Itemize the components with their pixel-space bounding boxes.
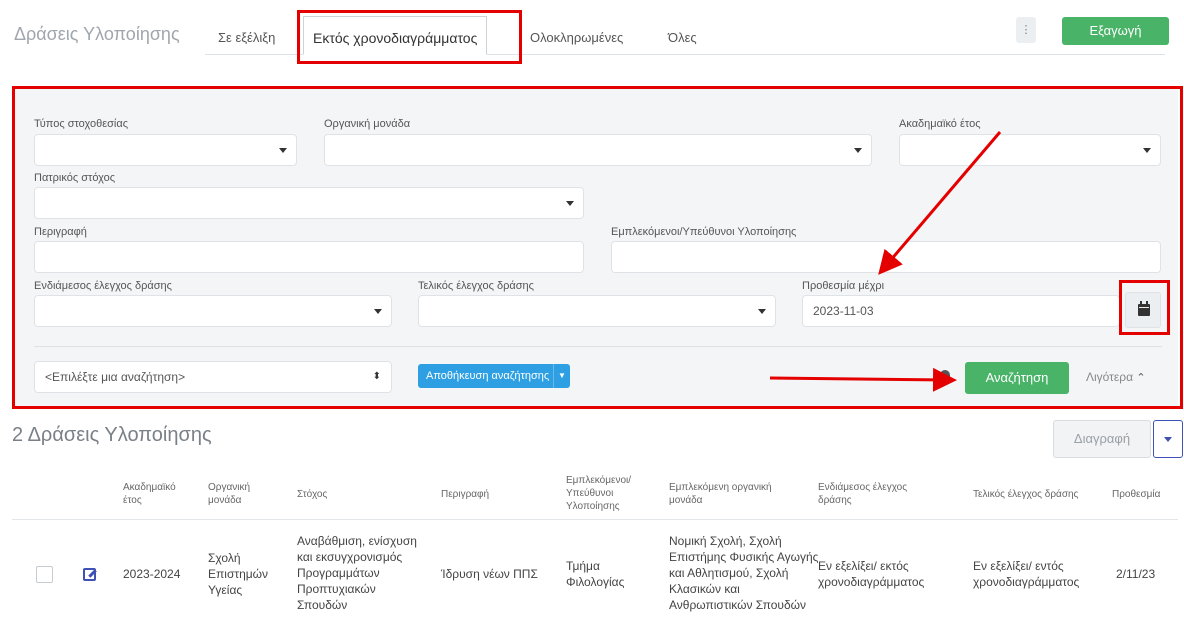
interim-check-select[interactable] (34, 295, 392, 327)
saved-search-placeholder: <Επιλέξτε μια αναζήτηση> (45, 370, 186, 384)
cell-goal: Αναβάθμιση, ενίσχυση και εκσυγχρονισμός … (297, 534, 417, 612)
less-label: Λιγότερα (1086, 370, 1134, 384)
target-type-label: Τύπος στοχοθεσίας (34, 118, 128, 130)
tab-completed[interactable]: Ολοκληρωμένες (530, 30, 623, 45)
chevron-down-icon (1164, 437, 1172, 442)
col-involved[interactable]: Εμπλεκόμενοι/ Υπεύθυνοι Υλοποίησης (566, 474, 636, 513)
involved-label: Εμπλεκόμενοι/Υπεύθυνοι Υλοποίησης (611, 226, 797, 238)
academic-year-label: Ακαδημαϊκό έτος (899, 118, 981, 130)
org-unit-label: Οργανική μονάδα (324, 118, 411, 130)
delete-button[interactable]: Διαγραφή (1053, 420, 1151, 458)
edit-icon[interactable] (83, 568, 96, 581)
tab-in-progress[interactable]: Σε εξέλιξη (218, 30, 275, 45)
col-description[interactable]: Περιγραφή (441, 488, 541, 501)
academic-year-select[interactable] (899, 134, 1161, 166)
col-interim-check[interactable]: Ενδιάμεσος έλεγχος δράσης (818, 481, 938, 507)
chevron-up-icon: ⌃ (1136, 372, 1146, 384)
cell-year: 2023-2024 (123, 567, 181, 581)
calendar-icon (1138, 301, 1150, 316)
col-org-unit[interactable]: Οργανική μονάδα (208, 481, 268, 507)
col-goal[interactable]: Στόχος (297, 488, 417, 501)
delete-dropdown-toggle[interactable] (1153, 420, 1183, 458)
tab-off-schedule[interactable]: Εκτός χρονοδιαγράμματος (303, 16, 488, 55)
cell-interim: Εν εξελίξει/ εκτός χρονοδιαγράμματος (818, 559, 925, 589)
cell-involved-unit: Νομική Σχολή, Σχολή Επιστήμης Φυσικής Αγ… (669, 534, 819, 612)
parent-goal-label: Πατρικός στόχος (34, 172, 116, 184)
less-filters-toggle[interactable]: Λιγότερα ⌃ (1086, 370, 1146, 384)
chevron-down-icon (758, 309, 766, 314)
chevron-down-icon (566, 201, 574, 206)
final-check-select[interactable] (418, 295, 776, 327)
col-involved-unit[interactable]: Εμπλεκόμενη οργανική μονάδα (669, 481, 789, 507)
results-title: 2 Δράσεις Υλοποίησης (12, 424, 212, 446)
saved-search-select[interactable]: <Επιλέξτε μια αναζήτηση> ⬍ (34, 361, 392, 393)
cell-description: Ίδρυση νέων ΠΠΣ (441, 567, 538, 581)
chevron-down-icon (374, 309, 382, 314)
interim-check-label: Ενδιάμεσος έλεγχος δράσης (34, 280, 172, 292)
cell-unit: Σχολή Επιστημών Υγείας (208, 551, 269, 597)
parent-goal-select[interactable] (34, 187, 584, 219)
dropdown-icon[interactable]: ▼ (553, 364, 570, 388)
deadline-input[interactable]: 2023-11-03 (802, 295, 1120, 327)
calendar-button[interactable] (1125, 292, 1161, 328)
chevron-down-icon (1143, 148, 1151, 153)
cell-deadline: 2/11/23 (1116, 567, 1156, 581)
save-search-button[interactable]: Αποθήκευση αναζήτησης ▼ (418, 364, 570, 388)
panel-divider (34, 346, 1162, 347)
col-deadline[interactable]: Προθεσμία (1112, 488, 1172, 501)
row-checkbox[interactable] (36, 566, 53, 583)
description-label: Περιγραφή (34, 226, 87, 238)
search-button[interactable]: Αναζήτηση (965, 362, 1069, 394)
deadline-label: Προθεσμία μέχρι (802, 280, 885, 292)
org-unit-select[interactable] (324, 134, 872, 166)
col-final-check[interactable]: Τελικός έλεγχος δράσης (973, 488, 1093, 501)
cell-final: Εν εξελίξει/ εντός χρονοδιαγράμματος (973, 559, 1080, 589)
kebab-menu-icon[interactable]: ⋮ (1016, 17, 1036, 43)
involved-input[interactable] (611, 241, 1161, 273)
page-title: Δράσεις Υλοποίησης (14, 24, 180, 44)
updown-icon: ⬍ (372, 371, 381, 382)
chevron-down-icon (854, 148, 862, 153)
chevron-down-icon (279, 148, 287, 153)
description-input[interactable] (34, 241, 584, 273)
top-bar: Δράσεις Υλοποίησης Σε εξέλιξη Εκτός χρον… (0, 0, 1184, 56)
tab-all[interactable]: Όλες (668, 30, 697, 45)
save-search-label: Αποθήκευση αναζήτησης (426, 370, 550, 382)
target-type-select[interactable] (34, 134, 297, 166)
bell-icon (940, 370, 950, 380)
cell-involved: Τμήμα Φιλολογίας (566, 559, 625, 589)
col-academic-year[interactable]: Ακαδημαϊκό έτος (123, 481, 185, 507)
export-button[interactable]: Εξαγωγή (1062, 17, 1169, 45)
final-check-label: Τελικός έλεγχος δράσης (418, 280, 534, 292)
